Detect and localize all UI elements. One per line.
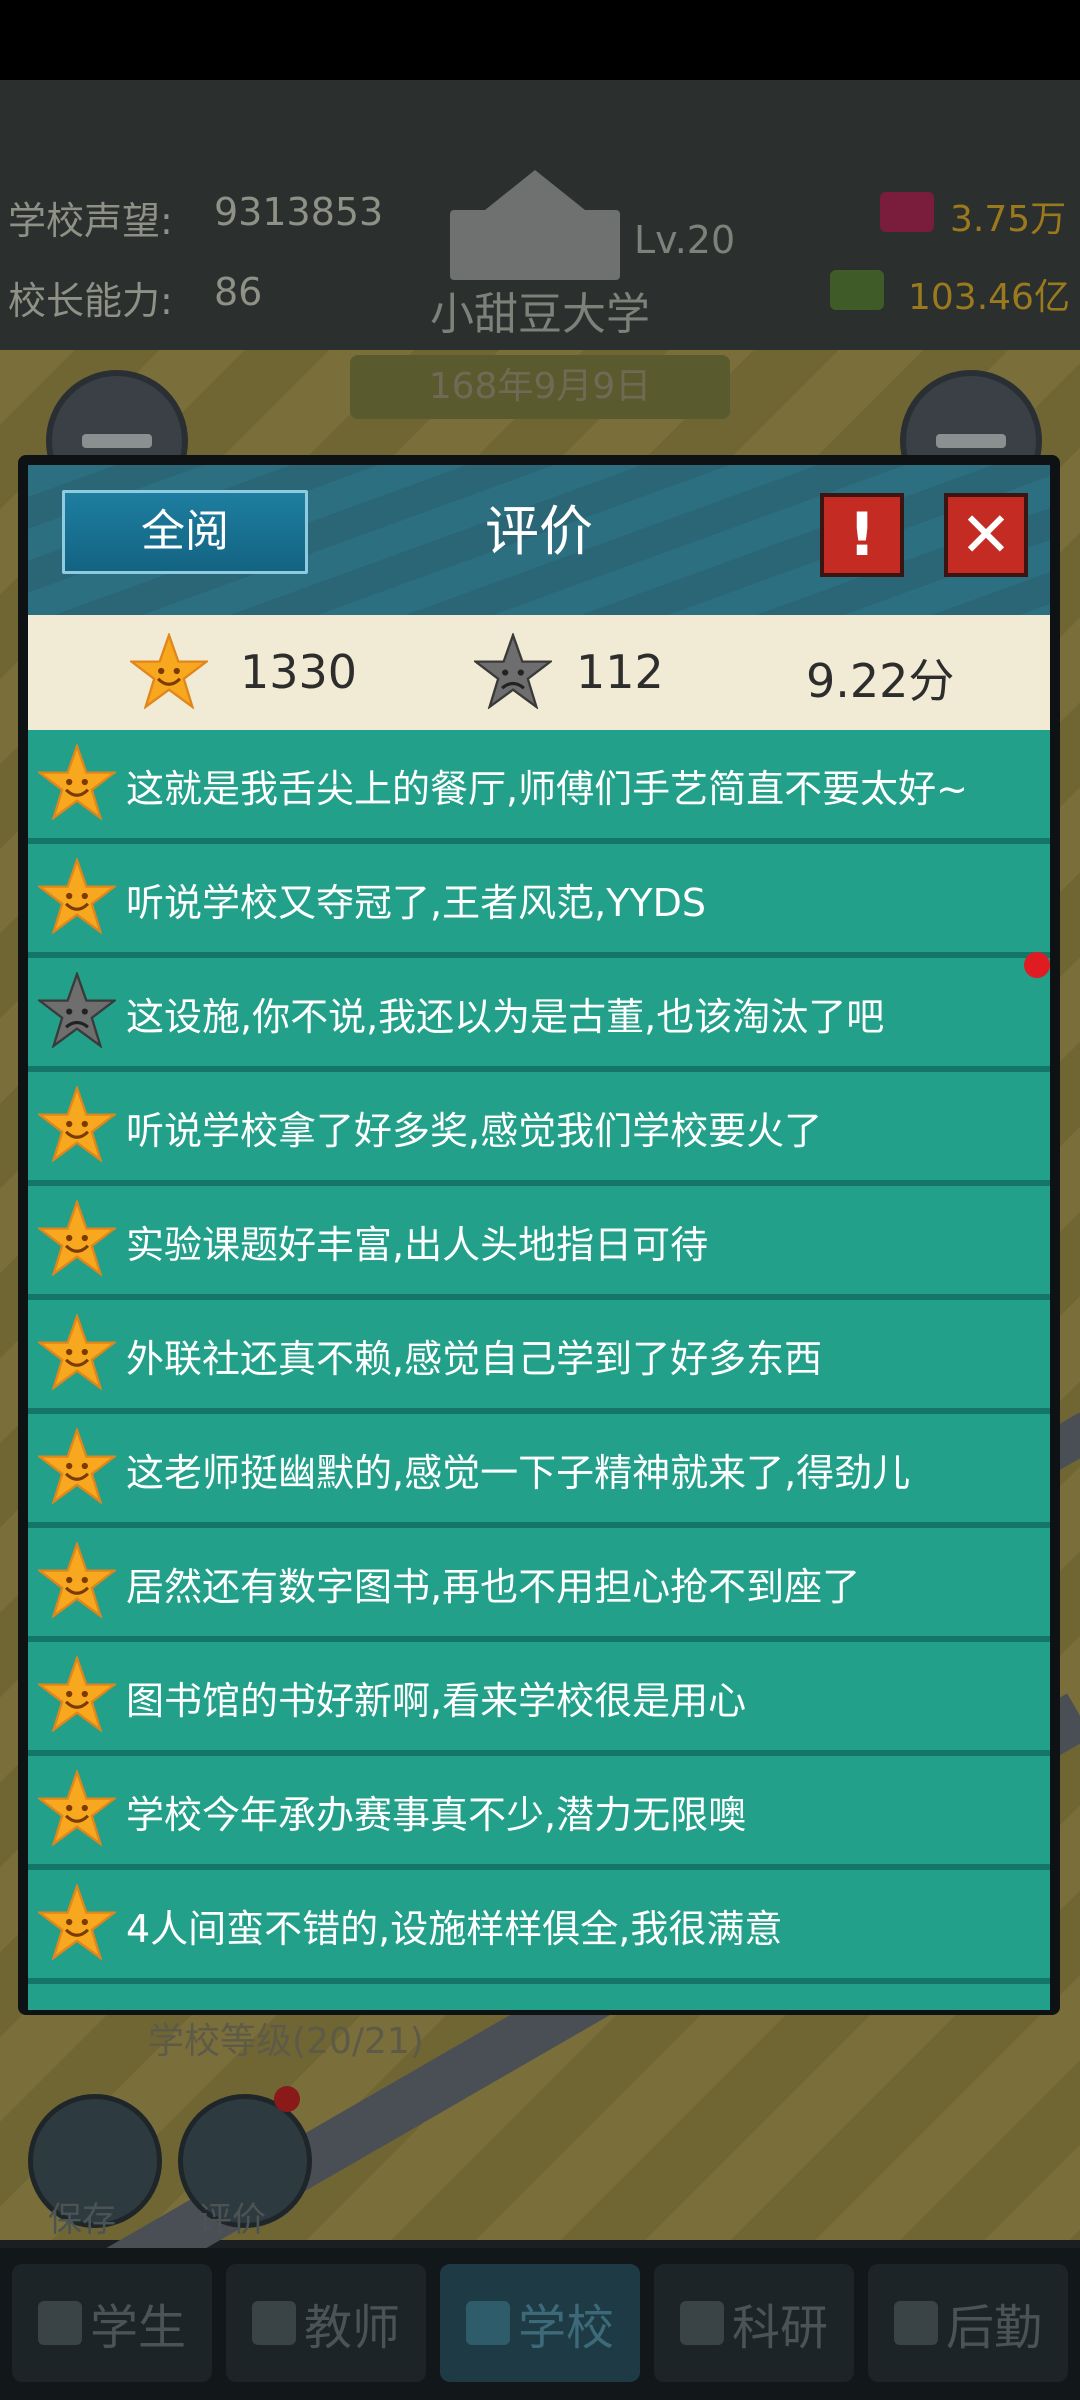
clipboard-icon xyxy=(893,2301,938,2345)
review-text: 居然还有数字图书,再也不用担心抢不到座了 xyxy=(126,1565,861,1609)
review-item[interactable]: 听说学校拿了好多奖,感觉我们学校要火了 xyxy=(28,1072,1050,1186)
flask-icon xyxy=(679,2301,724,2345)
tab-students[interactable]: 学生 xyxy=(12,2264,212,2382)
review-text: 这就是我舌尖上的餐厅,师傅们手艺简直不要太好~ xyxy=(126,767,968,811)
review-list[interactable]: 这就是我舌尖上的餐厅,师傅们手艺简直不要太好~ 听说学校又夺冠了,王者风范,YYD… xyxy=(28,730,1050,2010)
status-bar xyxy=(0,0,1080,80)
school-level-progress: 学校等级(20/21) xyxy=(148,2021,424,2062)
tab-school-label: 学校 xyxy=(517,2300,614,2356)
review-text: 这老师挺幽默的,感觉一下子精神就来了,得劲儿 xyxy=(126,1451,911,1495)
review-modal: 全阅 评价 ! ✕ 1330 112 9.22分 这就是我舌尖上的餐厅,师傅们手… xyxy=(18,455,1060,2015)
school-building-icon xyxy=(450,170,620,280)
review-item[interactable]: 这老师挺幽默的,感觉一下子精神就来了,得劲儿 xyxy=(28,1414,1050,1528)
school-name: 小甜豆大学 xyxy=(430,289,650,340)
good-star-icon xyxy=(38,744,116,820)
review-text: 听说学校拿了好多奖,感觉我们学校要火了 xyxy=(126,1109,823,1153)
review-text: 外联社还真不赖,感觉自己学到了好多东西 xyxy=(126,1337,823,1381)
review-label: 评价 xyxy=(198,2200,266,2240)
reputation-label: 学校声望: xyxy=(8,199,173,243)
review-text: 图书馆的书好新啊,看来学校很是用心 xyxy=(126,1679,747,1723)
save-label: 保存 xyxy=(48,2200,116,2240)
review-item[interactable] xyxy=(28,1984,1050,2010)
tab-research[interactable]: 科研 xyxy=(654,2264,854,2382)
tab-logistics[interactable]: 后勤 xyxy=(868,2264,1068,2382)
review-text: 4人间蛮不错的,设施样样俱全,我很满意 xyxy=(126,1907,783,1951)
good-star-icon xyxy=(38,1428,116,1504)
bad-star-icon xyxy=(38,972,116,1048)
good-star-icon xyxy=(38,1770,116,1846)
gem-amount: 3.75万 xyxy=(950,199,1067,240)
good-star-icon xyxy=(38,1314,116,1390)
good-star-icon xyxy=(38,1656,116,1732)
review-item[interactable]: 听说学校又夺冠了,王者风范,YYDS xyxy=(28,844,1050,958)
close-button[interactable]: ✕ xyxy=(944,493,1028,577)
bad-count: 112 xyxy=(576,645,664,699)
review-text: 这设施,你不说,我还以为是古董,也该淘汰了吧 xyxy=(126,995,885,1039)
teacher-icon xyxy=(251,2301,296,2345)
game-date: 168年9月9日 xyxy=(350,355,730,419)
modal-header: 全阅 评价 ! ✕ xyxy=(28,465,1050,619)
tab-teachers[interactable]: 教师 xyxy=(226,2264,426,2382)
warning-button[interactable]: ! xyxy=(820,493,904,577)
good-star-icon xyxy=(38,1200,116,1276)
money-icon xyxy=(830,270,884,310)
review-item[interactable]: 学校今年承办赛事真不少,潜力无限噢 xyxy=(28,1756,1050,1870)
review-text: 学校今年承办赛事真不少,潜力无限噢 xyxy=(126,1793,747,1837)
review-item[interactable]: 图书馆的书好新啊,看来学校很是用心 xyxy=(28,1642,1050,1756)
review-item[interactable]: 外联社还真不赖,感觉自己学到了好多东西 xyxy=(28,1300,1050,1414)
good-star-icon xyxy=(38,858,116,934)
school-level: Lv.20 xyxy=(634,218,736,262)
tab-school[interactable]: 学校 xyxy=(440,2264,640,2382)
good-star-icon xyxy=(38,1884,116,1960)
review-item[interactable]: 实验课题好丰富,出人头地指日可待 xyxy=(28,1186,1050,1300)
reputation-value: 9313853 xyxy=(214,190,384,234)
good-star-icon xyxy=(38,1086,116,1162)
money-amount: 103.46亿 xyxy=(908,277,1070,318)
review-text: 实验课题好丰富,出人头地指日可待 xyxy=(126,1223,709,1267)
unread-dot xyxy=(1024,952,1050,978)
review-item[interactable]: 这设施,你不说,我还以为是古董,也该淘汰了吧 xyxy=(28,958,1050,1072)
rating-summary: 1330 112 9.22分 xyxy=(28,615,1050,730)
tab-students-label: 学生 xyxy=(89,2300,186,2356)
read-all-button[interactable]: 全阅 xyxy=(62,490,308,574)
review-text: 听说学校又夺冠了,王者风范,YYDS xyxy=(126,881,706,925)
tab-teachers-label: 教师 xyxy=(303,2300,400,2356)
gem-icon xyxy=(880,192,934,232)
bottom-tab-bar: 学生 教师 学校 科研 后勤 xyxy=(0,2248,1080,2400)
notification-dot xyxy=(274,2086,300,2112)
good-count: 1330 xyxy=(240,645,358,699)
bad-star-icon xyxy=(474,633,552,709)
ability-label: 校长能力: xyxy=(8,279,173,323)
tab-logistics-label: 后勤 xyxy=(945,2300,1042,2356)
ability-value: 86 xyxy=(214,270,263,314)
review-item[interactable]: 4人间蛮不错的,设施样样俱全,我很满意 xyxy=(28,1870,1050,1984)
good-star-icon xyxy=(38,1542,116,1618)
good-star-icon xyxy=(130,633,208,709)
school-icon xyxy=(465,2301,510,2345)
review-item[interactable]: 这就是我舌尖上的餐厅,师傅们手艺简直不要太好~ xyxy=(28,730,1050,844)
tab-research-label: 科研 xyxy=(731,2300,828,2356)
modal-title: 评价 xyxy=(485,500,593,563)
rating-score: 9.22分 xyxy=(806,654,955,708)
student-icon xyxy=(37,2301,82,2345)
review-item[interactable]: 居然还有数字图书,再也不用担心抢不到座了 xyxy=(28,1528,1050,1642)
